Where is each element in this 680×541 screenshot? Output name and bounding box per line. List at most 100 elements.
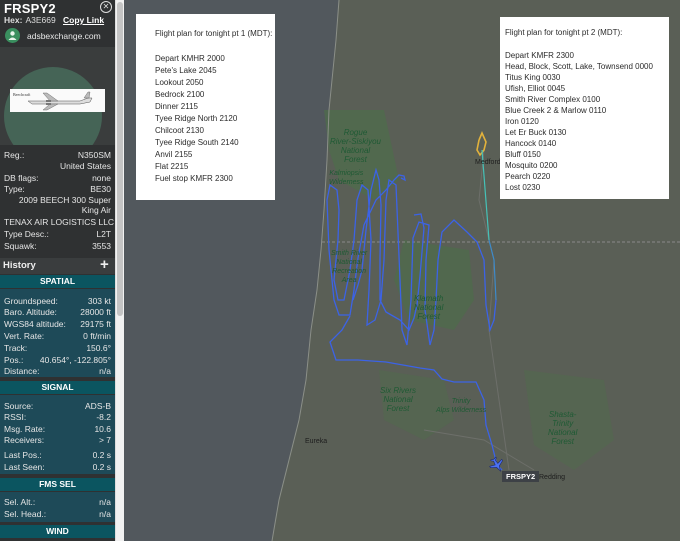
- hex-row: Hex: A3E669: [4, 15, 56, 25]
- plan1-line: Tyee Ridge South 2140: [155, 138, 239, 147]
- groundspeed-row: Groundspeed: 303 kt: [4, 296, 111, 307]
- distance-row: Distance: n/a: [4, 366, 111, 377]
- rssi-label: RSSI:: [4, 412, 27, 422]
- type-label: Type:: [4, 184, 25, 194]
- wgs84-altitude-row: WGS84 altitude: 29175 ft: [4, 319, 111, 330]
- spatial-header[interactable]: SPATIAL: [0, 275, 115, 288]
- position-row: Pos.: 40.654°, -122.805°: [4, 355, 111, 366]
- map-view[interactable]: Rogue River-Siskiyou National Forest Kalmio…: [124, 0, 680, 541]
- title-row: FRSPY2 ✕: [4, 1, 114, 16]
- type-desc-row: Type Desc.: L2T: [4, 229, 111, 240]
- sel-head-row: Sel. Head.: n/a: [4, 509, 111, 520]
- six-rivers-forest-label: Six Rivers National Forest: [380, 386, 417, 413]
- source-label: Source:: [4, 401, 34, 411]
- reg-value: N350SM: [77, 150, 111, 160]
- vert-rate-value: 0 ft/min: [83, 331, 111, 341]
- aircraft-photo[interactable]: Beechcraft: [0, 47, 115, 145]
- wgs84-altitude-value: 29175 ft: [80, 319, 111, 329]
- msg-rate-label: Msg. Rate:: [4, 424, 46, 434]
- last-pos-label: Last Pos.:: [4, 450, 42, 460]
- source-value: ADS-B: [85, 401, 111, 411]
- wind-header[interactable]: WIND: [0, 525, 115, 538]
- track-row: Track: 150.6°: [4, 343, 111, 354]
- scrollbar-thumb[interactable]: [117, 2, 123, 316]
- hex-label: Hex:: [4, 15, 23, 25]
- baro-altitude-value: 28000 ft: [80, 307, 111, 317]
- groundspeed-label: Groundspeed:: [4, 296, 58, 306]
- plan1-line: Tyee Ridge North 2120: [155, 114, 238, 123]
- signal-section: Source: ADS-B RSSI: -8.2 Msg. Rate: 10.6 Re…: [0, 395, 115, 474]
- receivers-row: Receivers: > 7: [4, 435, 111, 446]
- source-row: Source: ADS-B: [4, 401, 111, 412]
- source-text: adsbexchange.com: [27, 31, 101, 41]
- callsign: FRSPY2: [4, 1, 56, 16]
- last-seen-label: Last Seen:: [4, 462, 45, 472]
- aircraft-photo-image: Beechcraft: [10, 89, 105, 112]
- redding-label: Redding: [539, 474, 566, 481]
- copy-link[interactable]: Copy Link: [63, 15, 104, 25]
- receivers-label: Receivers:: [4, 435, 45, 445]
- rssi-row: RSSI: -8.2: [4, 412, 111, 423]
- position-label: Pos.:: [4, 355, 24, 365]
- operator-name: TENAX AIR LOGISTICS LLC: [4, 217, 115, 227]
- kalmiopsis-wilderness-label: Kalmiopsis Wilderness: [329, 170, 364, 186]
- baro-altitude-label: Baro. Altitude:: [4, 307, 57, 317]
- eureka-label: Eureka: [305, 438, 328, 445]
- history-label: History: [3, 260, 36, 271]
- expand-plus-icon[interactable]: +: [100, 256, 109, 273]
- plan1-line: Anvil 2155: [155, 150, 193, 159]
- wgs84-altitude-label: WGS84 altitude:: [4, 319, 66, 329]
- plan1-line: Lookout 2050: [155, 78, 204, 87]
- groundspeed-value: 303 kt: [87, 296, 111, 306]
- type-desc-value: L2T: [96, 229, 111, 239]
- squawk-row: Squawk: 3553: [4, 241, 111, 252]
- sel-alt-label: Sel. Alt.:: [4, 497, 36, 507]
- aircraft-model-row: 2009 BEECH 300 Super King Air: [4, 195, 111, 217]
- sel-alt-row: Sel. Alt.: n/a: [4, 497, 111, 508]
- shasta-trinity-forest-label: Shasta- Trinity National Forest: [548, 410, 578, 446]
- flight-plan-part2: Flight plan for tonight pt 2 (MDT): Depa…: [500, 17, 669, 199]
- plan1-line: Fuel stop KMFR 2300: [155, 174, 233, 183]
- adsbexchange-logo-icon: [5, 28, 20, 43]
- plan1-line: Pete's Lake 2045: [155, 66, 217, 75]
- road: [423, 429, 535, 471]
- vert-rate-label: Vert. Rate:: [4, 331, 45, 341]
- track-value: 150.6°: [86, 343, 111, 353]
- type-value: BE30: [90, 184, 111, 194]
- track-label: Track:: [4, 343, 28, 353]
- plan1-line: Chilcoot 2130: [155, 126, 204, 135]
- last-pos-value: 0.2 s: [92, 450, 111, 460]
- last-seen-value: 0.2 s: [92, 462, 111, 472]
- smith-river-area-label: Smith River National Recreation Area: [331, 250, 368, 284]
- aircraft-info-panel: FRSPY2 ✕ Hex: A3E669 Copy Link adsbexchan…: [0, 0, 115, 541]
- fuel-stop-track: [476, 131, 487, 157]
- baro-altitude-row: Baro. Altitude: 28000 ft: [4, 307, 111, 318]
- sidebar-scrollbar[interactable]: [115, 0, 124, 541]
- plan1-line: Bedrock 2100: [155, 90, 205, 99]
- receivers-value: > 7: [98, 435, 111, 445]
- medford-label: Medford: [475, 159, 501, 166]
- plan1-line: Depart KMHR 2000: [155, 54, 225, 63]
- aircraft-callsign-tag[interactable]: FRSPY2: [502, 471, 540, 482]
- rogue-river-forest-label: Rogue River-Siskiyou National Forest: [330, 128, 381, 164]
- squawk-label: Squawk:: [4, 241, 37, 251]
- plan1-title: Flight plan for tonight pt 1 (MDT):: [155, 29, 273, 38]
- squawk-value: 3553: [92, 241, 111, 251]
- plan2-title: Flight plan for tonight pt 2 (MDT):: [505, 28, 623, 37]
- db-flags-value: none: [92, 173, 111, 183]
- plan1-line: Flat 2215: [155, 162, 189, 171]
- close-icon[interactable]: ✕: [100, 1, 112, 13]
- signal-header[interactable]: SIGNAL: [0, 381, 115, 394]
- vert-rate-row: Vert. Rate: 0 ft/min: [4, 331, 111, 342]
- last-pos-row: Last Pos.: 0.2 s: [4, 450, 111, 461]
- sel-alt-value: n/a: [99, 497, 111, 507]
- history-bar[interactable]: History +: [0, 256, 115, 274]
- fms-sel-header[interactable]: FMS SEL: [0, 478, 115, 491]
- klamath-forest-label: Klamath National Forest: [414, 294, 444, 321]
- plan2-line: Lost 0230: [505, 183, 541, 192]
- rssi-value: -8.2: [96, 412, 111, 422]
- sel-head-label: Sel. Head.:: [4, 509, 47, 519]
- msg-rate-value: 10.6: [94, 424, 111, 434]
- position-value: 40.654°, -122.805°: [39, 355, 111, 365]
- reg-row: Reg.: N350SM: [4, 150, 111, 161]
